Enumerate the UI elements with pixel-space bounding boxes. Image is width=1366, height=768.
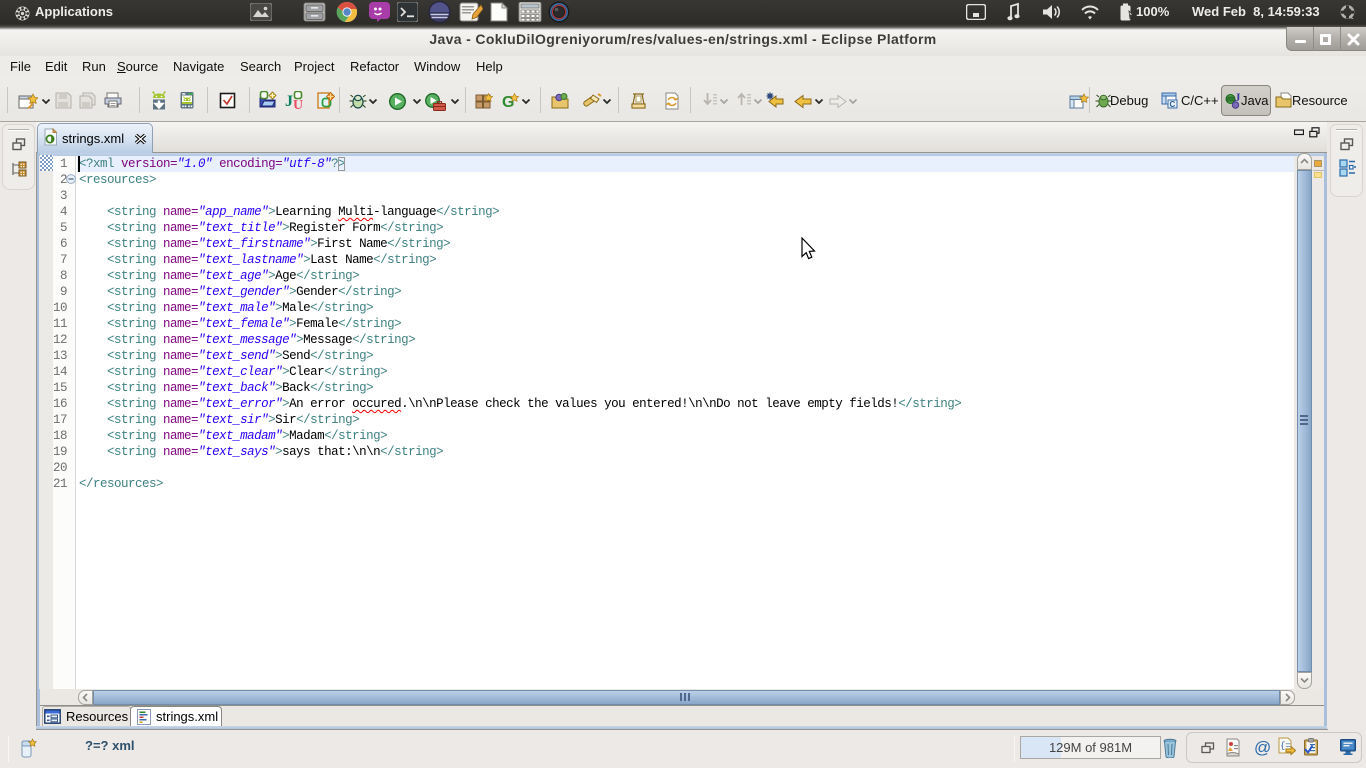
svg-text:J: J [285,93,293,110]
svg-text:U: U [293,98,303,110]
svg-text:J: J [1235,90,1241,104]
svg-text:C: C [1170,100,1176,109]
